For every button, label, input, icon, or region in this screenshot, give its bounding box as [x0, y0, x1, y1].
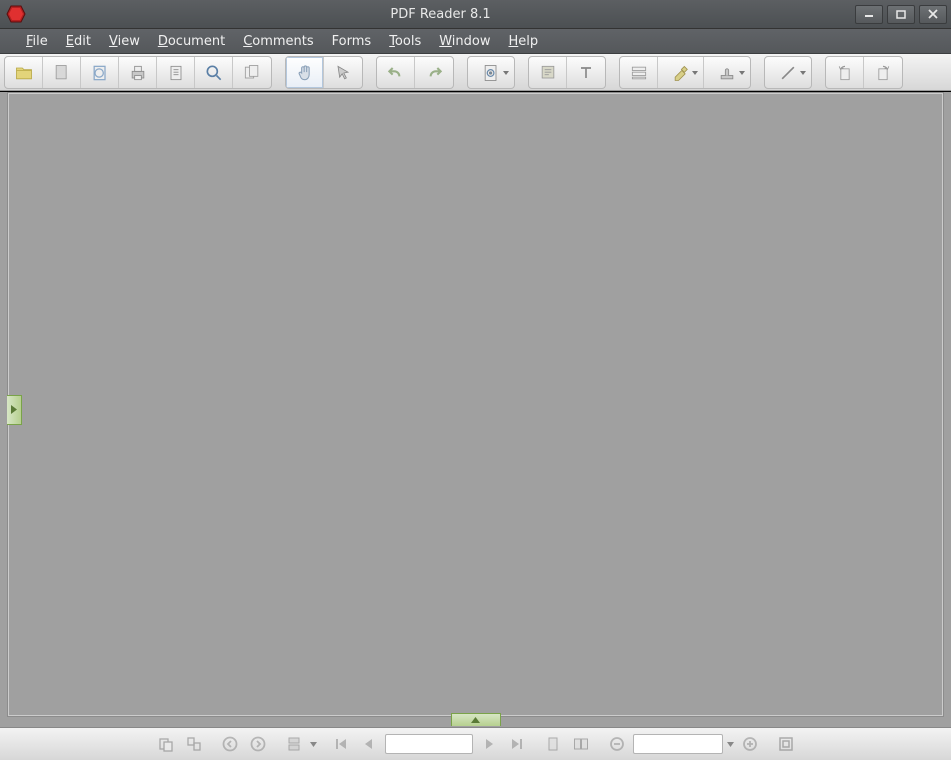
zoom-input[interactable]	[633, 734, 723, 754]
first-page-button[interactable]	[329, 733, 353, 755]
document-canvas[interactable]	[7, 92, 944, 717]
page-options-icon[interactable]	[182, 733, 206, 755]
toolbar-group-comment	[528, 56, 606, 89]
page-number-input[interactable]	[385, 734, 473, 754]
combine-button[interactable]	[81, 57, 119, 88]
window-titlebar: PDF Reader 8.1	[0, 0, 951, 29]
print-button[interactable]	[119, 57, 157, 88]
chevron-down-icon[interactable]	[727, 741, 734, 748]
nav-back-button[interactable]	[218, 733, 242, 755]
open-button[interactable]	[5, 57, 43, 88]
toolbar-group-undo	[376, 56, 454, 89]
toolbar-group-nav-tools	[285, 56, 363, 89]
statusbar	[0, 727, 951, 760]
fullscreen-button[interactable]	[774, 733, 798, 755]
pencil-icon	[778, 63, 798, 83]
redo-button[interactable]	[415, 57, 453, 88]
rot-ccw-icon	[835, 63, 855, 83]
paste-page-icon[interactable]	[154, 733, 178, 755]
rotate-cw-button[interactable]	[864, 57, 902, 88]
toolbar-group-file	[4, 56, 272, 89]
cursor-icon	[333, 63, 353, 83]
view-mode-button[interactable]	[282, 733, 306, 755]
printer-icon	[128, 63, 148, 83]
nav-forward-button[interactable]	[246, 733, 270, 755]
chevron-down-icon[interactable]	[310, 741, 317, 748]
toolbar-group-form	[619, 56, 751, 89]
stamp-button[interactable]	[704, 57, 750, 88]
menu-comments[interactable]: Comments	[235, 30, 321, 53]
toolbar-group-sign	[467, 56, 515, 89]
rot-cw-icon	[873, 63, 893, 83]
toolbar-group-draw	[764, 56, 812, 89]
line-button[interactable]	[765, 57, 811, 88]
toolbar-group-rotate	[825, 56, 903, 89]
close-button[interactable]	[919, 5, 947, 24]
highlight-button[interactable]	[658, 57, 704, 88]
select-button[interactable]	[324, 57, 362, 88]
menubar: FileEditViewDocumentCommentsFormsToolsWi…	[0, 29, 951, 54]
create-pdf-button[interactable]	[43, 57, 81, 88]
text-edit-button[interactable]	[567, 57, 605, 88]
maximize-button[interactable]	[887, 5, 915, 24]
globe-icon	[90, 63, 110, 83]
folder-icon	[14, 63, 34, 83]
form-field-button[interactable]	[620, 57, 658, 88]
menu-document[interactable]: Document	[150, 30, 233, 53]
minimize-button[interactable]	[855, 5, 883, 24]
menu-view[interactable]: View	[101, 30, 148, 53]
export-button[interactable]	[157, 57, 195, 88]
gear-doc-icon	[481, 63, 501, 83]
hand-icon	[295, 63, 315, 83]
main-toolbar	[0, 54, 951, 91]
single-page-icon[interactable]	[541, 733, 565, 755]
next-page-button[interactable]	[477, 733, 501, 755]
pages-icon	[242, 63, 262, 83]
undo-button[interactable]	[377, 57, 415, 88]
note-icon	[538, 63, 558, 83]
last-page-button[interactable]	[505, 733, 529, 755]
menu-edit[interactable]: Edit	[58, 30, 99, 53]
hand-button[interactable]	[286, 57, 324, 88]
navpane-toggle[interactable]	[7, 395, 22, 425]
export-icon	[166, 63, 186, 83]
find-button[interactable]	[195, 57, 233, 88]
redo-icon	[424, 63, 444, 83]
zoom-in-button[interactable]	[738, 733, 762, 755]
zoom-out-button[interactable]	[605, 733, 629, 755]
menu-file[interactable]: File	[18, 30, 56, 53]
stamp-icon	[717, 63, 737, 83]
form-icon	[629, 63, 649, 83]
menu-window[interactable]: Window	[431, 30, 498, 53]
facing-page-icon[interactable]	[569, 733, 593, 755]
window-title: PDF Reader 8.1	[26, 7, 855, 22]
app-icon	[6, 4, 26, 24]
document-area	[0, 91, 951, 727]
undo-icon	[386, 63, 406, 83]
sign-button[interactable]	[468, 57, 514, 88]
bottompane-toggle[interactable]	[451, 713, 501, 726]
note-button[interactable]	[529, 57, 567, 88]
menu-tools[interactable]: Tools	[381, 30, 429, 53]
page-plus-icon	[52, 63, 72, 83]
prev-page-button[interactable]	[357, 733, 381, 755]
menu-forms[interactable]: Forms	[324, 30, 380, 53]
magnifier-icon	[204, 63, 224, 83]
organize-button[interactable]	[233, 57, 271, 88]
highlighter-icon	[671, 63, 691, 83]
menu-help[interactable]: Help	[501, 30, 547, 53]
rotate-ccw-button[interactable]	[826, 57, 864, 88]
text-t-icon	[576, 63, 596, 83]
